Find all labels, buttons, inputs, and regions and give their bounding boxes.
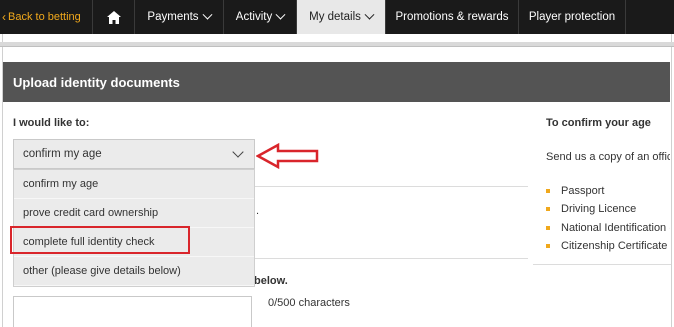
select-option[interactable]: other (please give details below): [14, 257, 254, 286]
select-option[interactable]: confirm my age: [14, 170, 254, 199]
arrow-left-icon: [256, 142, 319, 170]
document-label: Driving Licence: [561, 203, 637, 216]
purpose-select[interactable]: confirm my age: [13, 139, 255, 169]
document-label: National Identification (: [561, 221, 670, 234]
highlight-annotation: [10, 226, 190, 254]
nav-item-label: Player protection: [528, 11, 616, 23]
document-list: Passport Driving Licence National Identi…: [546, 182, 670, 255]
would-like-label: I would like to:: [13, 117, 90, 129]
bullet-icon: [546, 244, 550, 249]
divider: [533, 264, 671, 265]
back-to-betting-label: Back to betting: [8, 11, 81, 23]
list-item: Citizenship Certificate: [546, 237, 670, 255]
nav-item-label: Activity: [235, 11, 273, 23]
nav-item-payments[interactable]: Payments: [135, 0, 224, 34]
select-value: confirm my age: [23, 148, 102, 160]
chevron-down-icon: [202, 9, 213, 20]
character-count: 0/500 characters: [268, 297, 350, 309]
chevron-left-icon: ‹: [2, 10, 6, 24]
list-item: Driving Licence: [546, 200, 670, 218]
home-icon: [106, 10, 121, 24]
right-title: To confirm your age: [546, 117, 651, 129]
list-item: Passport: [546, 182, 670, 200]
nav-item-label: Payments: [147, 11, 199, 23]
right-description: Send us a copy of an offici: [546, 151, 670, 163]
document-label: Citizenship Certificate: [561, 240, 668, 253]
select-option[interactable]: prove credit card ownership: [14, 199, 254, 228]
section-header: Upload identity documents: [3, 62, 670, 102]
chevron-down-icon: [232, 146, 244, 158]
document-label: Passport: [561, 185, 605, 198]
nav-item-my-details[interactable]: My details: [297, 0, 386, 34]
chevron-down-icon: [364, 9, 375, 20]
background-text: .: [256, 205, 260, 217]
section-title: Upload identity documents: [13, 74, 180, 90]
bullet-icon: [546, 225, 550, 230]
bullet-icon: [546, 207, 550, 212]
chevron-down-icon: [275, 9, 286, 20]
subnav-bar: [0, 42, 674, 47]
nav-item-promotions[interactable]: Promotions & rewards: [386, 0, 519, 34]
home-button[interactable]: [93, 0, 135, 34]
details-textarea[interactable]: [13, 296, 252, 327]
top-navigation: ‹ Back to betting Payments Activity My d…: [0, 0, 674, 34]
background-text: below.: [254, 275, 288, 287]
nav-item-label: Promotions & rewards: [395, 11, 509, 23]
nav-item-label: My details: [309, 11, 361, 23]
nav-item-activity[interactable]: Activity: [224, 0, 297, 34]
list-item: National Identification (: [546, 219, 670, 237]
bullet-icon: [546, 189, 550, 194]
back-to-betting-link[interactable]: ‹ Back to betting: [0, 0, 93, 34]
nav-item-player-protection[interactable]: Player protection: [519, 0, 626, 34]
